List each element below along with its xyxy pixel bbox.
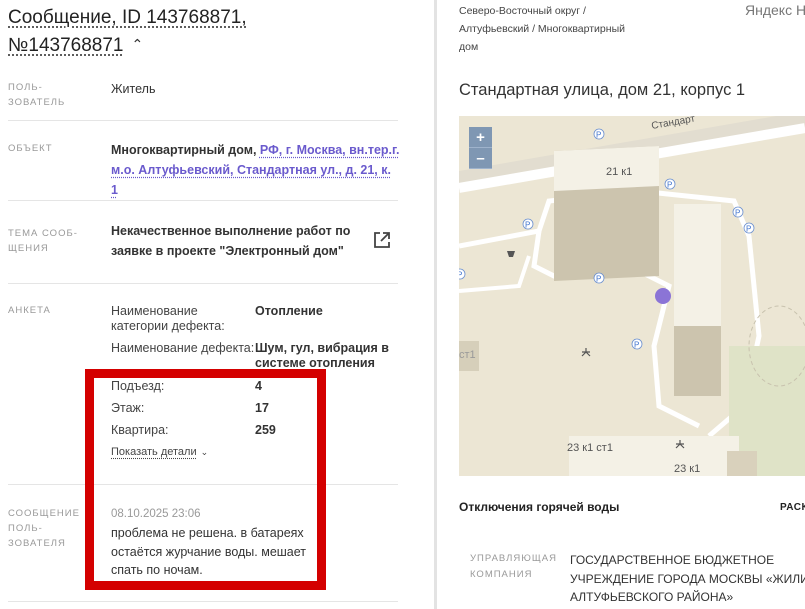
management-company-label: УПРАВЛЯЮЩАЯ КОМПАНИЯ <box>470 553 557 580</box>
highlight-box <box>85 369 326 590</box>
object-label: ОБЪЕКТ <box>8 143 53 154</box>
management-company-value: ГОСУДАРСТВЕННОЕ БЮДЖЕТНОЕ УЧРЕЖДЕНИЕ ГОР… <box>570 553 805 604</box>
building-label-st1: ст1 <box>459 349 476 361</box>
zoom-controls: + – <box>469 127 492 169</box>
divider <box>8 283 398 284</box>
object-address-link-cont[interactable]: м.о. Алтуфьевский, Стандартная ул., д. 2… <box>111 163 391 197</box>
survey-label: АНКЕТА <box>8 305 51 316</box>
building-label-23k1: 23 к1 <box>674 463 700 475</box>
object-address-title: Стандартная улица, дом 21, корпус 1 <box>459 81 746 99</box>
user-value: Житель <box>111 82 156 96</box>
defect-name-key: Наименование дефекта: <box>111 341 255 355</box>
defect-category-value: Отопление <box>255 304 323 318</box>
zoom-in-button[interactable]: + <box>469 127 492 148</box>
divider <box>8 601 398 602</box>
defect-name-value: Шум, гул, вибрация в системе отопления <box>255 341 389 370</box>
title-line-2: №143768871 <box>8 35 124 56</box>
schedule-tab[interactable]: РАСК <box>780 502 805 513</box>
zoom-out-button[interactable]: – <box>469 148 492 169</box>
breadcrumb: Северо-Восточный округ / Алтуфьевский / … <box>459 5 625 53</box>
user-label: ПОЛЬ- ЗОВАТЕЛЬ <box>8 82 66 108</box>
topic-value: Некачественное выполнение работ по заявке… <box>111 224 351 258</box>
divider <box>8 200 398 201</box>
object-panel: Северо-Восточный округ / Алтуфьевский / … <box>437 0 805 609</box>
parking-icon: P <box>596 275 601 284</box>
building-label-23k1st1: 23 к1 ст1 <box>567 442 613 454</box>
parking-icon: P <box>735 209 740 218</box>
location-marker-icon <box>655 288 671 304</box>
object-address-link[interactable]: РФ, г. Москва, вн.тер.г. <box>260 143 400 157</box>
title-line-1: Сообщение, ID 143768871, <box>8 7 247 28</box>
chevron-up-icon[interactable]: ⌃ <box>131 30 143 58</box>
map-view[interactable]: Стандарт 21 к1 23 к1 ст1 23 к1 ст1 PPPPP… <box>459 116 805 476</box>
page-title: Сообщение, ID 143768871, №143768871 ⌃ <box>8 4 408 60</box>
topic-label: ТЕМА СООБ- ЩЕНИЯ <box>8 228 78 254</box>
parking-icon: P <box>746 225 751 234</box>
parking-icon: P <box>596 131 601 140</box>
divider <box>8 120 398 121</box>
defect-category-key: Наименование категории дефекта: <box>111 304 225 333</box>
parking-icon: P <box>459 271 462 280</box>
hot-water-outage-title: Отключения горячей воды <box>459 500 620 514</box>
building-label-21k1: 21 к1 <box>606 166 632 178</box>
parking-icon: P <box>634 341 639 350</box>
parking-icon: P <box>667 181 672 190</box>
yandex-logo[interactable]: Яндекс Н <box>745 2 805 18</box>
map-canvas[interactable]: Стандарт 21 к1 23 к1 ст1 23 к1 ст1 PPPPP… <box>459 116 805 476</box>
message-panel: Сообщение, ID 143768871, №143768871 ⌃ ПОЛ… <box>0 0 434 609</box>
object-value: Многоквартирный дом, РФ, г. Москва, вн.т… <box>111 143 400 197</box>
parking-icon: P <box>525 221 530 230</box>
message-label: СООБЩЕНИЕ ПОЛЬ- ЗОВАТЕЛЯ <box>8 508 80 549</box>
external-link-icon[interactable] <box>372 230 392 250</box>
